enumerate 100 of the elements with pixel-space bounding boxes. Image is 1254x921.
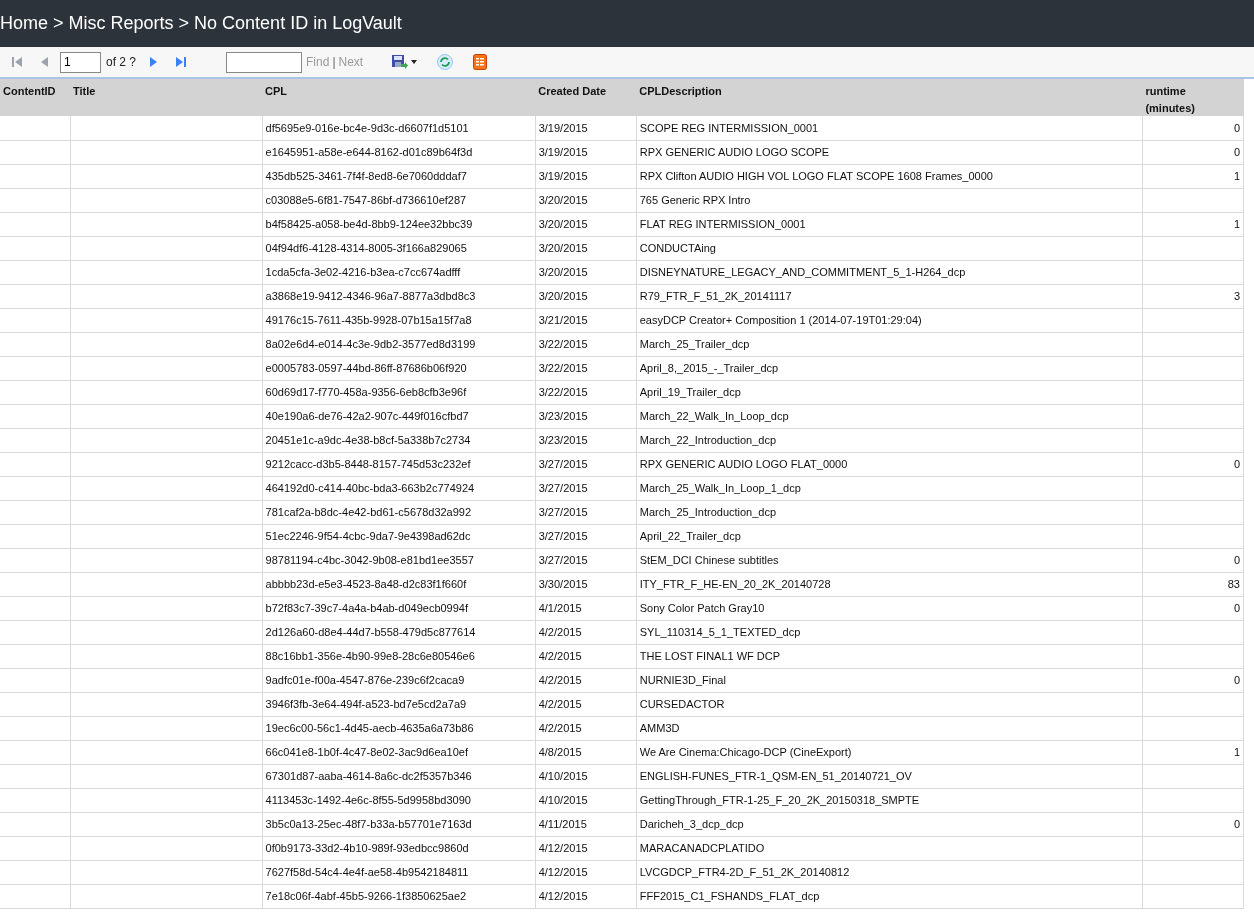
table-cell: 83 xyxy=(1142,572,1244,596)
table-cell: MARACANADCPLATIDO xyxy=(636,836,1143,860)
table-cell: ENGLISH-FUNES_FTR-1_QSM-EN_51_20140721_OV xyxy=(636,764,1143,788)
table-cell: 0 xyxy=(1142,140,1244,164)
table-cell: Daricheh_3_dcp_dcp xyxy=(636,812,1143,836)
table-cell: 0f0b9173-33d2-4b10-989f-93edbcc9860d xyxy=(262,836,536,860)
table-cell: 3/22/2015 xyxy=(535,356,637,380)
table-cell: 9adfc01e-f00a-4547-876e-239c6f2caca9 xyxy=(262,668,536,692)
table-cell: 3/20/2015 xyxy=(535,212,637,236)
table-cell: Sony Color Patch Gray10 xyxy=(636,596,1143,620)
table-cell: RPX Clifton AUDIO HIGH VOL LOGO FLAT SCOPE 1608 Frames_0000 xyxy=(636,164,1143,188)
table-cell: 3/27/2015 xyxy=(535,452,637,476)
table-cell: 464192d0-c414-40bc-bda3-663b2c774924 xyxy=(262,476,536,500)
table-cell: 60d69d17-f770-458a-9356-6eb8cfb3e96f xyxy=(262,380,536,404)
table-cell: 1cda5cfa-3e02-4216-b3ea-c7cc674adfff xyxy=(262,260,536,284)
table-cell: 1 xyxy=(1142,740,1244,764)
table-cell: e0005783-0597-44bd-86ff-87686b06f920 xyxy=(262,356,536,380)
table-cell: 3946f3fb-3e64-494f-a523-bd7e5cd2a7a9 xyxy=(262,692,536,716)
table-cell: 4/11/2015 xyxy=(535,812,637,836)
table-cell: CURSEDACTOR xyxy=(636,692,1143,716)
table-cell: SCOPE REG INTERMISSION_0001 xyxy=(636,116,1143,140)
table-cell: df5695e9-016e-bc4e-9d3c-d6607f1d5101 xyxy=(262,116,536,140)
table-cell: 3 xyxy=(1142,284,1244,308)
document-map-button[interactable] xyxy=(473,54,488,70)
table-cell: 98781194-c4bc-3042-9b08-e81bd1ee3557 xyxy=(262,548,536,572)
table-cell: StEM_DCI Chinese subtitles xyxy=(636,548,1143,572)
table-cell: 3/19/2015 xyxy=(535,140,637,164)
table-cell: RPX GENERIC AUDIO LOGO FLAT_0000 xyxy=(636,452,1143,476)
breadcrumb-item[interactable]: Misc Reports xyxy=(68,10,174,37)
table-cell: abbbb23d-e5e3-4523-8a48-d2c83f1f660f xyxy=(262,572,536,596)
table-cell: 4/2/2015 xyxy=(535,620,637,644)
table-cell: 19ec6c00-56c1-4d45-aecb-4635a6a73b86 xyxy=(262,716,536,740)
export-button[interactable] xyxy=(391,54,418,70)
table-cell: 3/30/2015 xyxy=(535,572,637,596)
column-header: runtime (minutes) xyxy=(1142,79,1244,116)
table-cell: FLAT REG INTERMISSION_0001 xyxy=(636,212,1143,236)
table-cell: 3/22/2015 xyxy=(535,332,637,356)
table-cell: 3/27/2015 xyxy=(535,548,637,572)
table-cell: 3/27/2015 xyxy=(535,500,637,524)
column-header: Title xyxy=(70,79,263,116)
table-cell: March_25_Walk_In_Loop_1_dcp xyxy=(636,476,1143,500)
table-cell: 0 xyxy=(1142,452,1244,476)
page-number-field[interactable]: 1 xyxy=(60,51,101,73)
table-cell: 0 xyxy=(1142,596,1244,620)
table-cell: 67301d87-aaba-4614-8a6c-dc2f5357b346 xyxy=(262,764,536,788)
table-cell: 3/20/2015 xyxy=(535,236,637,260)
table-cell: 1 xyxy=(1142,212,1244,236)
table-cell: 3/20/2015 xyxy=(535,188,637,212)
table-cell: b4f58425-a058-be4d-8bb9-124ee32bbc39 xyxy=(262,212,536,236)
table-cell: a3868e19-9412-4346-96a7-8877a3dbd8c3 xyxy=(262,284,536,308)
table-cell: 4/2/2015 xyxy=(535,644,637,668)
last-page-icon[interactable] xyxy=(174,55,189,69)
column-header: CPL xyxy=(262,79,536,116)
breadcrumb-item[interactable]: Home xyxy=(0,10,48,37)
breadcrumb-item: No Content ID in LogVault xyxy=(194,12,402,35)
table-cell: April_22_Trailer_dcp xyxy=(636,524,1143,548)
table-cell: 7e18c06f-4abf-45b5-9266-1f3850625ae2 xyxy=(262,884,536,908)
table-cell: March_22_Walk_In_Loop_dcp xyxy=(636,404,1143,428)
table-cell: GettingThrough_FTR-1-25_F_20_2K_20150318_SMPTE xyxy=(636,788,1143,812)
table-cell: 2d126a60-d8e4-44d7-b558-479d5c877614 xyxy=(262,620,536,644)
table-cell: 4/8/2015 xyxy=(535,740,637,764)
table-cell: DISNEYNATURE_LEGACY_AND_COMMITMENT_5_1-H264_dcp xyxy=(636,260,1143,284)
table-cell: 49176c15-7611-435b-9928-07b15a15f7a8 xyxy=(262,308,536,332)
caret-icon xyxy=(411,60,418,64)
column-header: Created Date xyxy=(535,79,637,116)
table-cell: 4113453c-1492-4e6c-8f55-5d9958bd3090 xyxy=(262,788,536,812)
table-cell: ITY_FTR_F_HE-EN_20_2K_20140728 xyxy=(636,572,1143,596)
table-cell: 3/27/2015 xyxy=(535,476,637,500)
table-cell: 3/21/2015 xyxy=(535,308,637,332)
table-cell: RPX GENERIC AUDIO LOGO SCOPE xyxy=(636,140,1143,164)
find-field[interactable] xyxy=(226,51,303,73)
table-cell: 3/23/2015 xyxy=(535,404,637,428)
table-cell: 0 xyxy=(1142,116,1244,140)
table-cell: e1645951-a58e-e644-8162-d01c89b64f3d xyxy=(262,140,536,164)
table-cell: 04f94df6-4128-4314-8005-3f166a829065 xyxy=(262,236,536,260)
table-cell: 3b5c0a13-25ec-48f7-b33a-b57701e7163d xyxy=(262,812,536,836)
table-cell: 40e190a6-de76-42a2-907c-449f016cfbd7 xyxy=(262,404,536,428)
page-count: of 2 ? xyxy=(106,54,137,71)
table-cell: 51ec2246-9f54-4cbc-9da7-9e4398ad62dc xyxy=(262,524,536,548)
table-cell: 3/19/2015 xyxy=(535,116,637,140)
table-cell: 3/20/2015 xyxy=(535,260,637,284)
table-cell: NURNIE3D_Final xyxy=(636,668,1143,692)
link-separator: | xyxy=(332,54,336,71)
table-cell: 66c041e8-1b0f-4c47-8e02-3ac9d6ea10ef xyxy=(262,740,536,764)
table-cell: 435db525-3461-7f4f-8ed8-6e7060dddaf7 xyxy=(262,164,536,188)
table-cell: easyDCP Creator+ Composition 1 (2014-07-19T01:29:04) xyxy=(636,308,1143,332)
table-cell: 7627f58d-54c4-4e4f-ae58-4b9542184811 xyxy=(262,860,536,884)
table-cell: 4/12/2015 xyxy=(535,860,637,884)
column-header: CPLDescription xyxy=(636,79,1143,116)
table-cell: 1 xyxy=(1142,164,1244,188)
table-cell: 4/10/2015 xyxy=(535,788,637,812)
table-cell: 20451e1c-a9dc-4e38-b8cf-5a338b7c2734 xyxy=(262,428,536,452)
table-cell: SYL_110314_5_1_TEXTED_dcp xyxy=(636,620,1143,644)
table-cell: 3/19/2015 xyxy=(535,164,637,188)
table-cell: CONDUCTAing xyxy=(636,236,1143,260)
table-cell: FFF2015_C1_FSHANDS_FLAT_dcp xyxy=(636,884,1143,908)
table-cell: 765 Generic RPX Intro xyxy=(636,188,1143,212)
table-cell: 3/23/2015 xyxy=(535,428,637,452)
table-cell: April_19_Trailer_dcp xyxy=(636,380,1143,404)
refresh-button[interactable] xyxy=(437,54,454,70)
